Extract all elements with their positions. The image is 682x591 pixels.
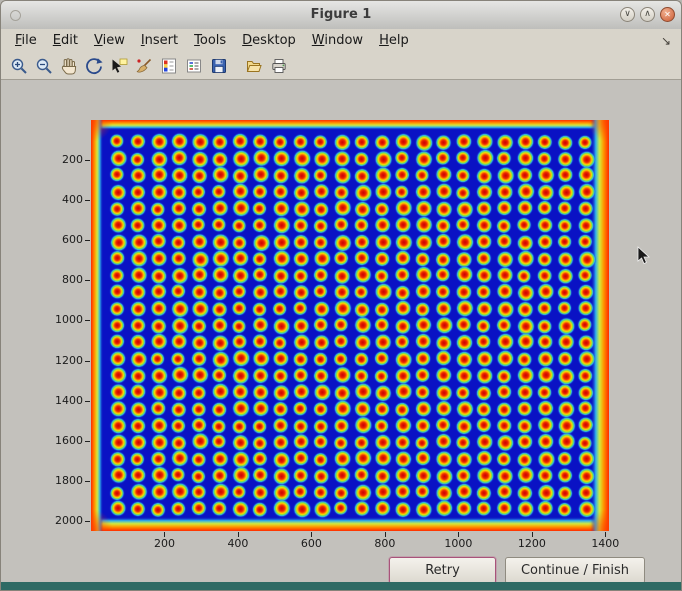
menubar: FileEditViewInsertToolsDesktopWindowHelp… [1, 29, 681, 53]
figure-window: Figure 1 ∨ ∧ ✕ FileEditViewInsertToolsDe… [0, 0, 682, 591]
mouse-cursor-icon [637, 246, 652, 266]
brush-icon[interactable] [132, 55, 156, 78]
menu-item-insert[interactable]: Insert [133, 29, 186, 53]
menu-item-desktop[interactable]: Desktop [234, 29, 304, 53]
open-file-icon[interactable] [242, 55, 266, 78]
zoom-in-icon[interactable] [7, 55, 31, 78]
menubar-items: FileEditViewInsertToolsDesktopWindowHelp [7, 29, 417, 53]
window-title: Figure 1 [1, 7, 681, 22]
heatmap-image[interactable] [91, 120, 609, 531]
zoom-out-icon[interactable] [32, 55, 56, 78]
toolbar-separator [232, 66, 241, 67]
menu-item-view[interactable]: View [86, 29, 133, 53]
print-figure-icon[interactable] [267, 55, 291, 78]
insert-legend-icon[interactable] [182, 55, 206, 78]
data-cursor-icon[interactable] [107, 55, 131, 78]
window-bottom-edge [1, 582, 681, 590]
menu-item-edit[interactable]: Edit [45, 29, 86, 53]
continue-finish-button[interactable]: Continue / Finish [505, 557, 645, 584]
menubar-overflow-icon[interactable]: ↘ [661, 34, 675, 48]
titlebar[interactable]: Figure 1 ∨ ∧ ✕ [1, 1, 681, 30]
menu-item-file[interactable]: File [7, 29, 45, 53]
menu-item-window[interactable]: Window [304, 29, 371, 53]
retry-button[interactable]: Retry [389, 557, 496, 584]
rotate-3d-icon[interactable] [82, 55, 106, 78]
close-window-button[interactable]: ✕ [660, 7, 675, 22]
shade-window-button[interactable]: ∨ [620, 7, 635, 22]
save-figure-icon[interactable] [207, 55, 231, 78]
maximize-window-button[interactable]: ∧ [640, 7, 655, 22]
figure-toolbar [1, 53, 681, 80]
insert-colorbar-icon[interactable] [157, 55, 181, 78]
menu-item-help[interactable]: Help [371, 29, 417, 53]
menu-item-tools[interactable]: Tools [186, 29, 234, 53]
pan-hand-icon[interactable] [57, 55, 81, 78]
